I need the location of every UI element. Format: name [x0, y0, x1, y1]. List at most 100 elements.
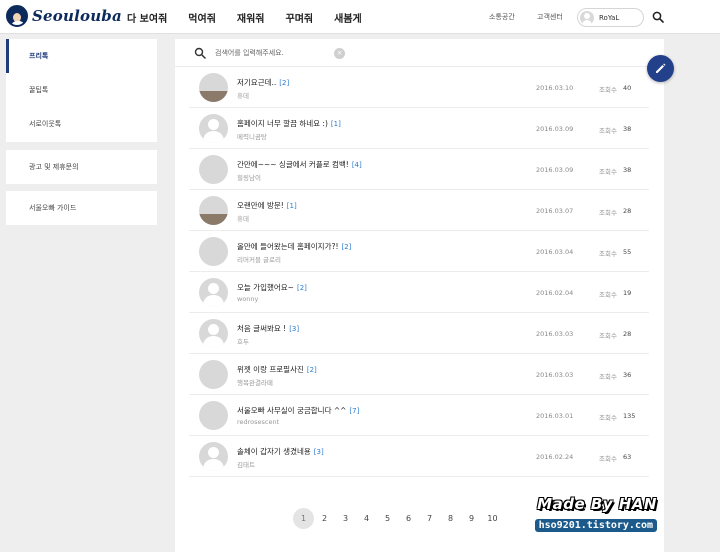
- support-link[interactable]: 소통공간: [489, 0, 515, 34]
- sidebar-item-tips[interactable]: 꿀팁톡: [6, 73, 157, 107]
- page-1-button[interactable]: 1: [293, 508, 314, 529]
- pagination: 1 2 3 4 5 6 7 8 9 10: [293, 508, 503, 529]
- post-views: 19: [623, 289, 632, 297]
- comment-count: [2]: [341, 243, 352, 251]
- author-avatar: [199, 360, 228, 389]
- post-title-line: 저기요근데.. [2]: [237, 77, 289, 88]
- author-avatar: [199, 155, 228, 184]
- author-avatar: [199, 73, 228, 102]
- pencil-icon: [656, 63, 666, 73]
- author-avatar: [199, 442, 228, 471]
- post-title-line: 간만에~~~ 싱글에서 커플로 컴백! [4]: [237, 159, 362, 170]
- post-author: 메력니곰탕: [237, 133, 267, 141]
- post-title: 처음 글써봐요 !: [237, 324, 287, 333]
- watermark: Made By HAN hso9201.tistory.com: [522, 495, 657, 532]
- post-date: 2016.03.03: [536, 371, 574, 379]
- post-author: 힐링남이: [237, 174, 261, 182]
- post-views: 38: [623, 125, 632, 133]
- post-title-line: 서울오빠 사무실이 궁금합니다 ^^ [7]: [237, 405, 359, 416]
- page-8-button[interactable]: 8: [440, 508, 461, 529]
- post-views: 28: [623, 207, 632, 215]
- sidebar-item-guide[interactable]: 서울오빠 가이드: [6, 191, 157, 225]
- post-row[interactable]: 저기요근데.. [2] 휴데 2016.03.10 조회수 40: [189, 67, 649, 108]
- post-row[interactable]: 오랜만에 방문! [1] 휴데 2016.03.07 조회수 28: [189, 190, 649, 231]
- post-row[interactable]: 간만에~~~ 싱글에서 커플로 컴백! [4] 힐링남이 2016.03.09 조회수 3…: [189, 149, 649, 190]
- site-logo[interactable]: Seoulouba: [6, 5, 122, 27]
- post-list: 저기요근데.. [2] 휴데 2016.03.10 조회수 40 홈페이지 너무 깔끔 하네…: [189, 67, 649, 477]
- post-author: 휴데: [237, 92, 249, 100]
- post-views: 135: [623, 412, 636, 420]
- page-4-button[interactable]: 4: [356, 508, 377, 529]
- author-avatar: [199, 278, 228, 307]
- post-author: 휴데: [237, 215, 249, 223]
- logo-text: Seoulouba: [32, 7, 122, 25]
- author-avatar: [199, 196, 228, 225]
- main-nav: 다 보여줘 먹여줘 재워줘 꾸며줘 새봄게: [127, 0, 383, 34]
- post-views: 28: [623, 330, 632, 338]
- post-row[interactable]: 서울오빠 사무실이 궁금합니다 ^^ [7] redrosescent 2016.03…: [189, 395, 649, 436]
- post-title: 위젯 이랑 프로필사진: [237, 365, 304, 374]
- search-input[interactable]: [215, 45, 345, 61]
- author-avatar: [199, 114, 228, 143]
- post-title: 오랜만에 방문!: [237, 201, 284, 210]
- post-row[interactable]: 홈페이지 너무 깔끔 하네요 :) [1] 메력니곰탕 2016.03.09 조회수 38: [189, 108, 649, 149]
- user-menu[interactable]: RoYaL: [577, 8, 644, 27]
- post-title-line: 처음 글써봐요 ! [3]: [237, 323, 299, 334]
- page-9-button[interactable]: 9: [461, 508, 482, 529]
- search-icon[interactable]: [652, 11, 664, 23]
- post-title: 간만에~~~ 싱글에서 커플로 컴백!: [237, 160, 349, 169]
- post-title: 올만에 들어왔는데 홈페이지가?!: [237, 242, 339, 251]
- post-author: redrosescent: [237, 418, 280, 426]
- comment-count: [1]: [330, 120, 341, 128]
- customer-service-link[interactable]: 고객센터: [537, 0, 563, 34]
- comment-count: [1]: [286, 202, 297, 210]
- post-board: × 저기요근데..[2]휴데2016.03.10조회수40홈페이지 너무 깔끔 …: [175, 39, 664, 552]
- comment-count: [3]: [313, 448, 324, 456]
- post-row[interactable]: 올만에 들어왔는데 홈페이지가?! [2] 리머커블 글로리 2016.03.04 조회…: [189, 231, 649, 272]
- page-5-button[interactable]: 5: [377, 508, 398, 529]
- views-label: 조회수: [599, 250, 617, 258]
- views-label: 조회수: [599, 209, 617, 217]
- page-10-button[interactable]: 10: [482, 508, 503, 529]
- user-avatar-icon: [580, 10, 594, 25]
- nav-item-food[interactable]: 먹여줘: [188, 10, 216, 25]
- comment-count: [2]: [296, 284, 307, 292]
- author-avatar: [199, 237, 228, 266]
- post-title-line: 오랜만에 방문! [1]: [237, 200, 297, 211]
- post-row[interactable]: 오늘 가입했어요~ [2] wonny 2016.02.04 조회수 19: [189, 272, 649, 313]
- page-6-button[interactable]: 6: [398, 508, 419, 529]
- clear-search-button[interactable]: ×: [334, 48, 345, 59]
- post-author: 호두: [237, 338, 249, 346]
- post-row[interactable]: 솔체이 갑자기 생겼네용 [3] 김태트 2016.02.24 조회수 63: [189, 436, 649, 477]
- nav-item-spring[interactable]: 새봄게: [334, 10, 362, 25]
- post-title: 저기요근데..: [237, 78, 277, 87]
- nav-item-style[interactable]: 꾸며줘: [286, 10, 314, 25]
- write-post-button[interactable]: [647, 55, 674, 82]
- post-title: 서울오빠 사무실이 궁금합니다 ^^: [237, 406, 347, 415]
- sidebar-item-ad-inquiry[interactable]: 광고 및 제휴문의: [6, 150, 157, 184]
- page-3-button[interactable]: 3: [335, 508, 356, 529]
- page-7-button[interactable]: 7: [419, 508, 440, 529]
- sidebar-board-group: 프리톡 꿀팁톡 서로이웃톡: [6, 39, 157, 142]
- page-2-button[interactable]: 2: [314, 508, 335, 529]
- sidebar-item-freetalk[interactable]: 프리톡: [6, 39, 157, 73]
- post-author: 리머커블 글로리: [237, 256, 281, 264]
- board-search-bar: ×: [175, 39, 664, 67]
- top-header: Seoulouba 다 보여줘 먹여줘 재워줘 꾸며줘 새봄게 소통공간 고객센…: [0, 0, 720, 34]
- comment-count: [4]: [351, 161, 362, 169]
- post-row[interactable]: 처음 글써봐요 ! [3] 호두 2016.03.03 조회수 28: [189, 313, 649, 354]
- user-name: RoYaL: [599, 13, 620, 22]
- nav-item-all[interactable]: 다 보여줘: [127, 10, 167, 25]
- post-date: 2016.02.24: [536, 453, 574, 461]
- views-label: 조회수: [599, 455, 617, 463]
- sidebar-guide-group: 서울오빠 가이드: [6, 191, 157, 225]
- post-author: 행복완결라떼: [237, 379, 273, 387]
- author-avatar: [199, 319, 228, 348]
- nav-item-stay[interactable]: 재워줘: [237, 10, 265, 25]
- post-date: 2016.02.04: [536, 289, 574, 297]
- post-title: 오늘 가입했어요~: [237, 283, 294, 292]
- views-label: 조회수: [599, 127, 617, 135]
- post-row[interactable]: 위젯 이랑 프로필사진 [2] 행복완결라떼 2016.03.03 조회수 36: [189, 354, 649, 395]
- views-label: 조회수: [599, 332, 617, 340]
- sidebar-item-neighbors[interactable]: 서로이웃톡: [6, 107, 157, 141]
